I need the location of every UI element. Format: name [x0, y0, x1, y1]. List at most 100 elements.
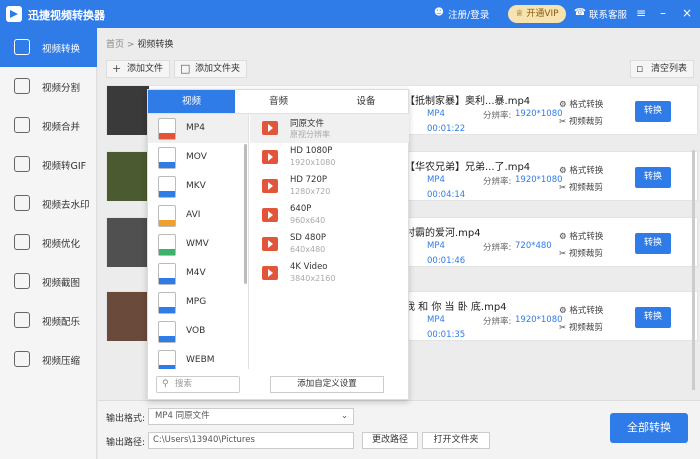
format-item-vob[interactable]: VOB	[148, 317, 248, 346]
quality-item[interactable]: 640P 960x640	[250, 201, 409, 230]
bottom-bar: 输出格式: MP4 同原文件 ⌄ 输出路径: C:\Users\13940\Pic…	[98, 400, 700, 459]
sidebar-item-remove-watermark[interactable]: 视频去水印	[0, 184, 97, 223]
file-duration: 00:04:14	[427, 190, 466, 200]
change-path-button[interactable]: 更改路径	[362, 432, 418, 449]
format-item-mov[interactable]: MOV	[148, 143, 248, 172]
format-name: WMV	[186, 239, 209, 249]
add-custom-setting-button[interactable]: 添加自定义设置	[270, 376, 384, 393]
format-convert-option[interactable]: ⚙ 格式转换	[559, 304, 603, 316]
menu-icon[interactable]: ≡	[634, 5, 648, 21]
merge-icon	[14, 117, 30, 133]
service-link[interactable]: 联系客服	[589, 7, 627, 21]
video-clip-label: 视频裁剪	[568, 249, 603, 259]
convert-button[interactable]: 转换	[635, 167, 671, 188]
video-thumbnail	[107, 152, 149, 201]
watermark-icon	[14, 195, 30, 211]
webm-file-icon	[158, 350, 176, 369]
resolution-label: 分辨率:	[483, 111, 512, 121]
add-file-button[interactable]: + 添加文件	[106, 60, 171, 78]
file-format: MP4	[427, 315, 445, 325]
clear-list-button[interactable]: ▫ 清空列表	[630, 60, 695, 78]
format-name: WEBM	[186, 355, 215, 365]
music-icon	[14, 312, 30, 328]
breadcrumb-current: 视频转换	[137, 40, 174, 50]
user-icon[interactable]: ☻	[434, 7, 444, 18]
format-convert-option[interactable]: ⚙ 格式转换	[559, 98, 603, 110]
file-resolution: 1920*1080	[515, 315, 563, 325]
format-convert-label: 格式转换	[569, 306, 604, 316]
app-logo-icon	[6, 6, 22, 22]
format-item-mp4[interactable]: MP4	[148, 114, 248, 143]
format-item-mpg[interactable]: MPG	[148, 288, 248, 317]
format-item-m4v[interactable]: M4V	[148, 259, 248, 288]
format-convert-label: 格式转换	[569, 100, 604, 110]
video-clip-option[interactable]: ✂ 视频裁剪	[559, 181, 603, 193]
quality-resolution: 960x640	[290, 216, 326, 225]
breadcrumb-home[interactable]: 首页	[106, 40, 124, 50]
tab-device[interactable]: 设备	[322, 90, 410, 114]
sidebar-item-video-screenshot[interactable]: 视频截图	[0, 262, 97, 301]
format-list-scrollbar[interactable]	[244, 144, 247, 284]
format-search-input[interactable]: ⚲ 搜索	[156, 376, 240, 393]
sidebar-item-video-compress[interactable]: 视频压缩	[0, 340, 97, 379]
video-clip-option[interactable]: ✂ 视频裁剪	[559, 247, 603, 259]
search-icon: ⚲	[162, 379, 169, 389]
compress-icon	[14, 351, 30, 367]
convert-button[interactable]: 转换	[635, 233, 671, 254]
format-name: MOV	[186, 152, 207, 162]
quality-item[interactable]: 同原文件 原视分辨率	[250, 114, 409, 143]
sidebar-item-video-merge[interactable]: 视频合并	[0, 106, 97, 145]
sidebar-item-video-to-gif[interactable]: 视频转GIF	[0, 145, 97, 184]
breadcrumb: 首页 > 视频转换	[106, 37, 173, 50]
video-file-icon	[262, 266, 278, 280]
convert-button[interactable]: 转换	[635, 101, 671, 122]
quality-item[interactable]: 4K Video 3840x2160	[250, 259, 409, 288]
wmv-file-icon	[158, 234, 176, 256]
format-item-avi[interactable]: AVI	[148, 201, 248, 230]
tab-video[interactable]: 视频	[148, 90, 235, 114]
file-resolution: 720*480	[515, 241, 552, 251]
quality-name: 640P	[290, 204, 312, 214]
convert-button[interactable]: 转换	[635, 307, 671, 328]
video-clip-label: 视频裁剪	[568, 183, 603, 193]
output-path-field[interactable]: C:\Users\13940\Pictures	[148, 432, 354, 449]
file-format: MP4	[427, 241, 445, 251]
vip-label: 开通VIP	[526, 9, 559, 19]
convert-all-button[interactable]: 全部转换	[610, 413, 688, 443]
output-path-label: 输出路径:	[106, 438, 146, 448]
list-scrollbar[interactable]	[692, 150, 695, 390]
login-link[interactable]: 注册/登录	[448, 7, 489, 21]
output-format-select[interactable]: MP4 同原文件 ⌄	[148, 408, 354, 425]
format-item-wmv[interactable]: WMV	[148, 230, 248, 259]
close-icon[interactable]: ×	[680, 5, 694, 21]
sidebar-item-label: 视频转换	[42, 44, 81, 55]
format-item-mkv[interactable]: MKV	[148, 172, 248, 201]
quality-resolution: 1920x1080	[290, 158, 336, 167]
minimize-icon[interactable]: –	[656, 5, 670, 21]
gif-icon	[14, 156, 30, 172]
vip-button[interactable]: ♕ 开通VIP	[508, 5, 566, 23]
add-folder-button[interactable]: □ 添加文件夹	[174, 60, 248, 78]
sidebar-item-video-optimize[interactable]: 视频优化	[0, 223, 97, 262]
mkv-file-icon	[158, 176, 176, 198]
sidebar-item-video-convert[interactable]: 视频转换	[0, 28, 97, 67]
file-format: MP4	[427, 109, 445, 119]
video-clip-option[interactable]: ✂ 视频裁剪	[559, 115, 603, 127]
format-convert-option[interactable]: ⚙ 格式转换	[559, 164, 603, 176]
quality-item[interactable]: SD 480P 640x480	[250, 230, 409, 259]
folder-icon: □	[180, 62, 191, 75]
quality-item[interactable]: HD 720P 1280x720	[250, 172, 409, 201]
format-convert-option[interactable]: ⚙ 格式转换	[559, 230, 603, 242]
search-placeholder: 搜索	[175, 379, 193, 389]
tab-audio[interactable]: 音频	[235, 90, 322, 114]
service-icon[interactable]: ☎	[574, 7, 586, 18]
file-name: 【华农兄弟】兄弟...了.mp4	[405, 162, 531, 173]
sidebar-item-video-split[interactable]: 视频分割	[0, 67, 97, 106]
quality-item[interactable]: HD 1080P 1920x1080	[250, 143, 409, 172]
format-item-webm[interactable]: WEBM	[148, 346, 248, 369]
open-folder-button[interactable]: 打开文件夹	[422, 432, 490, 449]
file-resolution: 1920*1080	[515, 109, 563, 119]
sidebar-item-video-music[interactable]: 视频配乐	[0, 301, 97, 340]
sidebar-item-label: 视频压缩	[42, 356, 81, 367]
video-clip-option[interactable]: ✂ 视频裁剪	[559, 321, 603, 333]
